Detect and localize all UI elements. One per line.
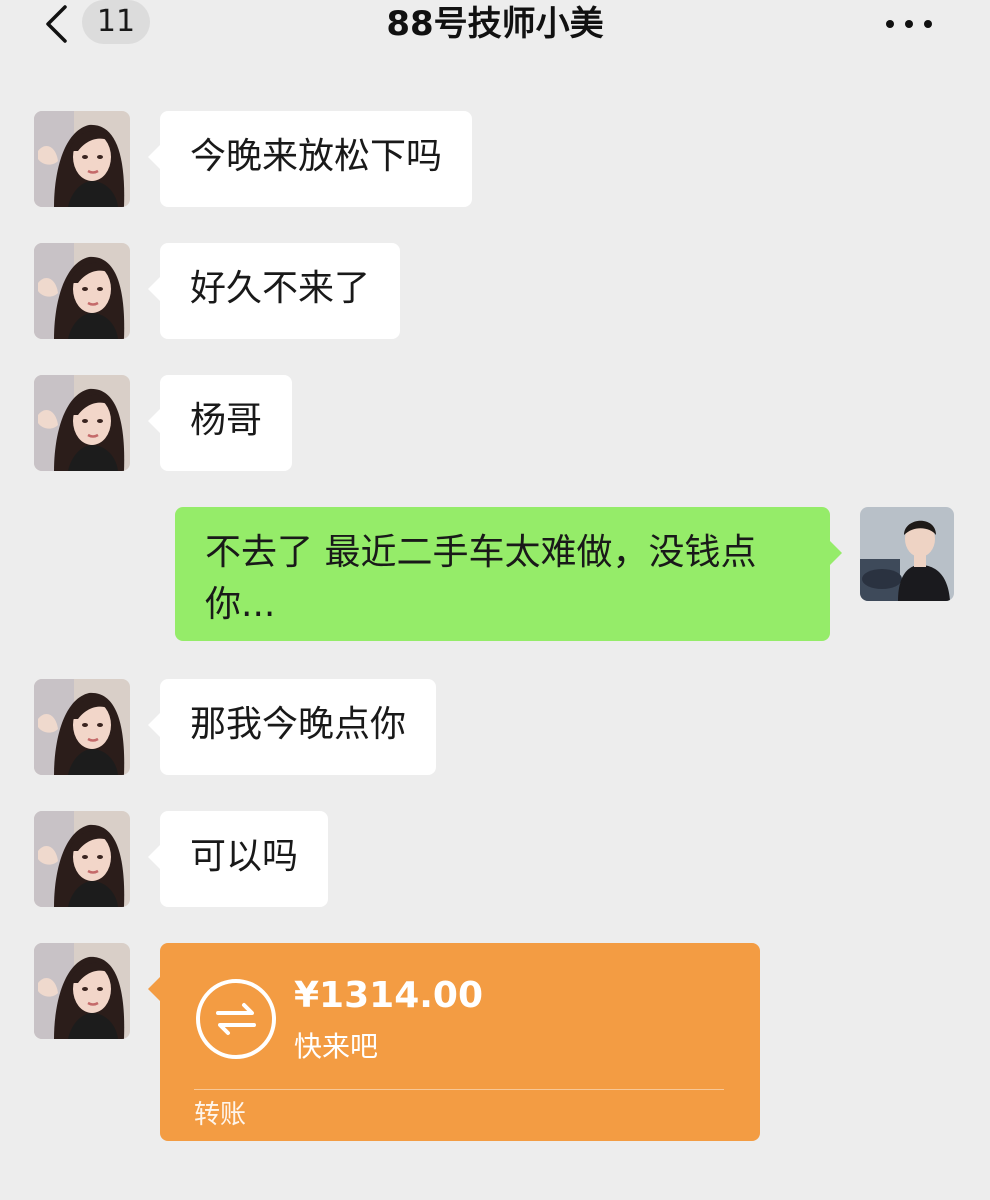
unread-count-badge[interactable]: 11	[82, 0, 150, 44]
self-avatar-image	[860, 507, 954, 601]
message-row: 不去了 最近二手车太难做，没钱点你...	[0, 507, 990, 641]
contact-avatar[interactable]	[34, 243, 130, 339]
message-row: 今晚来放松下吗	[0, 111, 990, 207]
incoming-message-bubble[interactable]: 那我今晚点你	[147, 679, 437, 775]
contact-avatar-image	[34, 243, 130, 339]
chevron-left-icon	[46, 5, 67, 43]
incoming-message-bubble[interactable]: 今晚来放松下吗	[147, 111, 473, 207]
contact-avatar[interactable]	[34, 943, 130, 1039]
contact-avatar-image	[34, 943, 130, 1039]
contact-avatar[interactable]	[34, 811, 130, 907]
message-row: 那我今晚点你	[0, 679, 990, 775]
transfer-label: 转账	[194, 1100, 247, 1130]
message-text: 好久不来了	[190, 268, 371, 309]
more-dot-icon	[886, 20, 894, 28]
chat-header: 11 88号技师小美	[0, 0, 990, 62]
message-text: 那我今晚点你	[190, 704, 407, 745]
contact-avatar-image	[34, 679, 130, 775]
back-button[interactable]	[36, 2, 76, 46]
more-dot-icon	[924, 20, 932, 28]
contact-avatar[interactable]	[34, 111, 130, 207]
incoming-message-bubble[interactable]: 好久不来了	[147, 243, 401, 339]
transfer-amount: ¥1314.00	[294, 975, 484, 1016]
divider	[194, 1089, 724, 1090]
self-avatar[interactable]	[860, 507, 954, 601]
money-transfer-card[interactable]: ¥1314.00 快来吧 转账	[148, 943, 760, 1141]
contact-avatar-image	[34, 811, 130, 907]
contact-avatar-image	[34, 111, 130, 207]
message-row: 好久不来了	[0, 243, 990, 339]
more-dot-icon	[905, 20, 913, 28]
outgoing-message-bubble[interactable]: 不去了 最近二手车太难做，没钱点你...	[175, 507, 842, 641]
transfer-note: 快来吧	[294, 1030, 379, 1063]
contact-avatar-image	[34, 375, 130, 471]
message-row: 杨哥	[0, 375, 990, 471]
message-text: 今晚来放松下吗	[190, 136, 443, 177]
more-options-button[interactable]	[886, 12, 932, 36]
incoming-message-bubble[interactable]: 可以吗	[147, 811, 329, 907]
message-row: 可以吗	[0, 811, 990, 907]
contact-avatar[interactable]	[34, 679, 130, 775]
message-text: 不去了 最近二手车太难做，没钱点你...	[205, 532, 757, 625]
transfer-arrows-icon	[196, 979, 276, 1059]
chat-title: 88号技师小美	[386, 4, 604, 44]
incoming-message-bubble[interactable]: 杨哥	[147, 375, 293, 471]
contact-avatar[interactable]	[34, 375, 130, 471]
message-row: ¥1314.00 快来吧 转账	[0, 943, 990, 1141]
message-text: 可以吗	[190, 836, 299, 877]
message-text: 杨哥	[190, 400, 263, 441]
